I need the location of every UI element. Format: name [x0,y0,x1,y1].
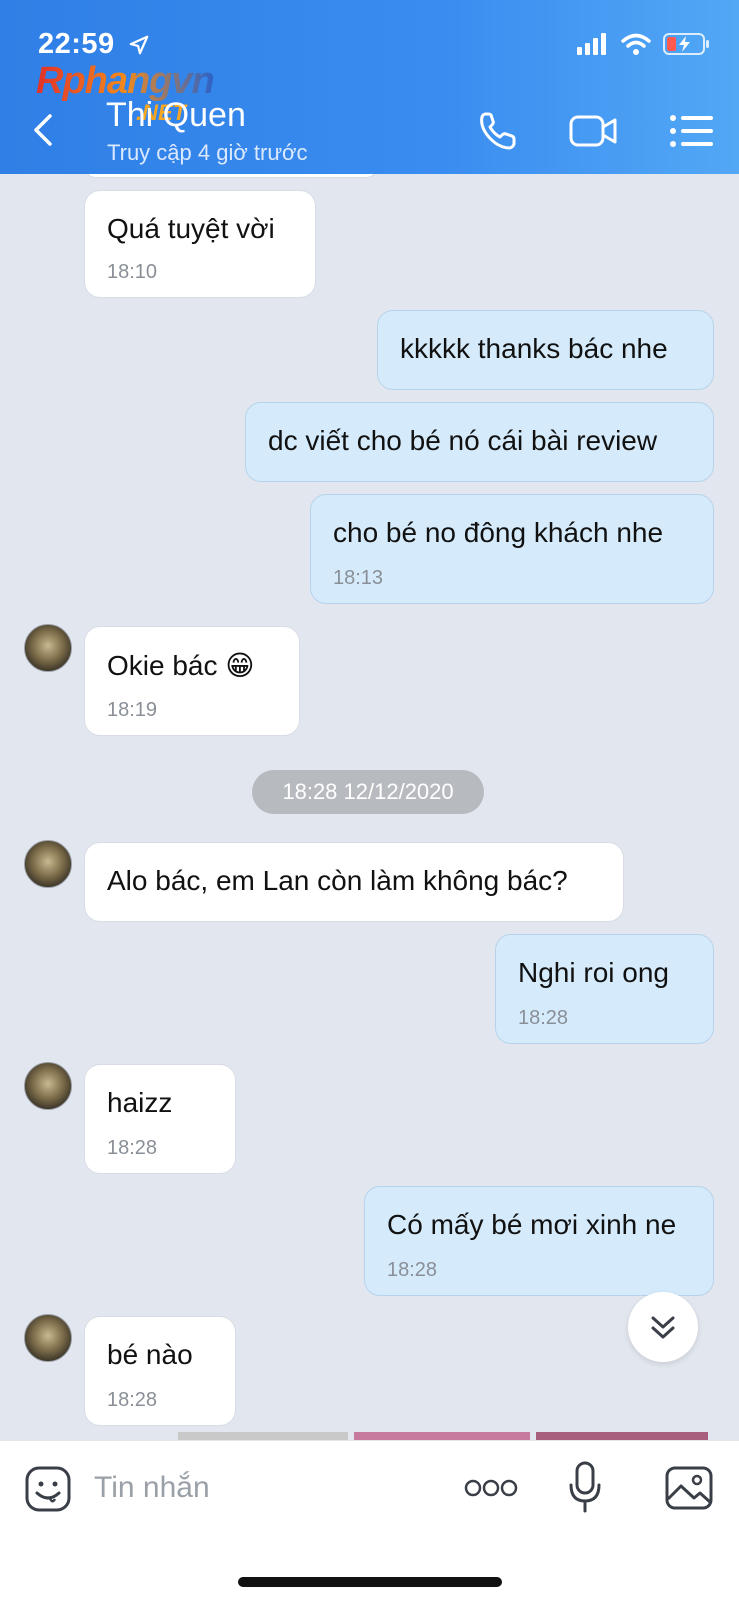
message-text: dc viết cho bé nó cái bài review [268,425,658,456]
message-text: cho bé no đông khách nhe [333,517,664,548]
chevron-left-icon[interactable] [28,110,58,150]
message-time: 18:28 [387,1259,438,1281]
phone-icon[interactable] [474,108,524,154]
status-time: 22:59 [38,28,115,60]
image-thumbnail[interactable] [354,1432,530,1440]
message-time: 18:28 [518,1007,569,1029]
battery-icon [663,33,709,55]
message-text: bé nào [107,1339,193,1370]
message-text: kkkkk thanks bác nhe [400,333,668,364]
message-bubble[interactable]: Có mấy bé mơi xinh ne 18:28 [364,1186,714,1296]
scroll-to-bottom-button[interactable] [628,1292,698,1362]
message-input-bar: Tin nhắn [0,1440,739,1600]
date-separator: 18:28 12/12/2020 [252,770,484,814]
message-time: 18:28 [107,1137,158,1159]
avatar[interactable] [24,840,72,888]
sticker-face-icon[interactable] [24,1465,72,1513]
message-input[interactable]: Tin nhắn [94,1471,210,1505]
message-bubble[interactable]: dc viết cho bé nó cái bài review [245,402,714,482]
contact-last-seen: Truy cập 4 giờ trước [107,140,308,165]
message-bubble[interactable]: kkkkk thanks bác nhe [377,310,714,390]
message-time: 18:28 [107,1389,158,1411]
message-bubble[interactable]: bé nào 18:28 [84,1316,236,1426]
message-text: Okie bác 😁 [107,650,255,681]
list-menu-icon[interactable] [668,108,718,154]
contact-name[interactable]: Thi Quen [106,96,246,135]
image-gallery-icon[interactable] [664,1465,714,1511]
home-indicator [238,1577,502,1587]
wifi-icon [621,33,651,55]
microphone-icon[interactable] [568,1461,602,1515]
image-thumbnail[interactable] [178,1432,348,1440]
avatar[interactable] [24,1062,72,1110]
video-camera-icon[interactable] [568,108,618,154]
message-text: haizz [107,1087,173,1118]
message-bubble[interactable]: haizz 18:28 [84,1064,236,1174]
message-time: 18:10 [107,261,158,283]
image-thumbnail[interactable] [536,1432,708,1440]
message-bubble[interactable]: Okie bác 😁 18:19 [84,626,300,736]
message-bubble[interactable]: Alo bác, em Lan còn làm không bác? [84,842,624,922]
message-bubble[interactable]: Nghi roi ong 18:28 [495,934,714,1044]
message-bubble[interactable]: Quá tuyệt vời 18:10 [84,190,316,298]
avatar[interactable] [24,624,72,672]
message-time: 18:13 [333,567,384,589]
message-text: Alo bác, em Lan còn làm không bác? [107,865,568,896]
message-text: Có mấy bé mơi xinh ne [387,1209,677,1240]
location-arrow-icon [129,35,149,55]
message-text: Quá tuyệt vời [107,213,275,244]
double-chevron-down-icon [651,1316,675,1339]
message-list[interactable]: Quá tuyệt vời 18:10 kkkkk thanks bác nhe… [0,174,739,1440]
message-bubble-partial [84,174,378,178]
signal-icon [577,33,606,55]
avatar[interactable] [24,1314,72,1362]
message-bubble[interactable]: cho bé no đông khách nhe 18:13 [310,494,714,604]
status-indicators [577,32,711,56]
chat-header: 22:59 Rphangvn .NET Thi Quen Truy cập 4 … [0,0,739,174]
more-dots-icon[interactable] [464,1477,518,1499]
message-time: 18:19 [107,699,158,721]
message-text: Nghi roi ong [518,957,669,988]
